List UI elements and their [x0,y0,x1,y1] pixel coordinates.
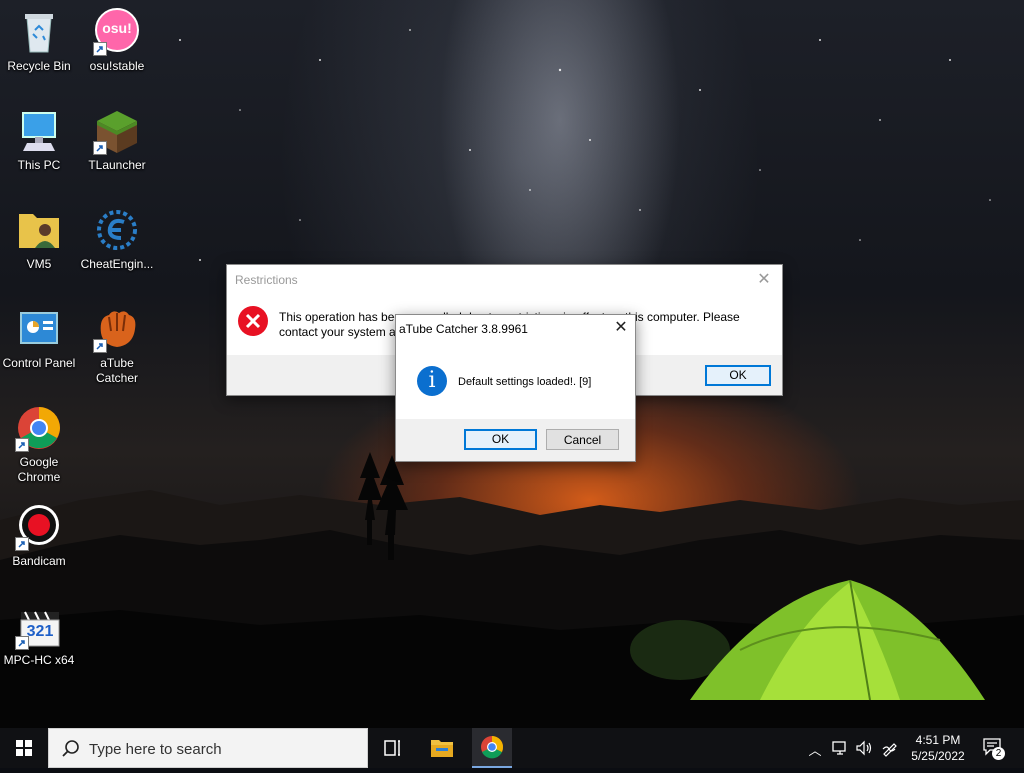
desktop-icon-atube-catcher[interactable]: aTube Catcher [78,305,156,386]
desktop-icon-label: This PC [17,158,61,172]
desktop-icon-label: VM5 [26,257,52,271]
desktop-icon-label: aTube Catcher [95,356,139,385]
file-explorer-button[interactable] [422,728,462,768]
desktop-icon-label: Bandicam [12,554,66,568]
atube-dialog-title: aTube Catcher 3.8.9961 [399,322,528,336]
task-view-button[interactable] [372,728,412,768]
user-folder-icon [15,206,63,254]
taskbar: Type here to search ︿ 4:51 PM 5/25/2022 [0,728,1024,768]
desktop-icon-google-chrome[interactable]: Google Chrome [0,404,78,485]
recycle-bin-icon [15,8,63,56]
bandicam-record-icon [15,503,63,551]
info-icon: i [417,366,447,396]
desktop-icon-vm5[interactable]: VM5 [0,206,78,272]
notification-count-badge: 2 [992,747,1005,760]
clock-time[interactable]: 4:51 PM [905,733,971,747]
desktop-icon-this-pc[interactable]: This PC [0,107,78,173]
info-icon-glyph: i [428,368,436,393]
desktop-icon-control-panel[interactable]: Control Panel [0,305,78,371]
volume-icon[interactable] [855,739,873,757]
network-icon[interactable] [831,739,849,757]
shortcut-arrow-icon [15,636,29,650]
mpc-hc-clapper-icon: 321 [15,602,63,650]
control-panel-icon [15,305,63,353]
pen-workspace-icon[interactable] [881,739,899,757]
desktop-icon-recycle-bin[interactable]: Recycle Bin [0,8,78,74]
shortcut-arrow-icon [93,42,107,56]
atube-dialog-message: Default settings loaded!. [9] [458,376,592,388]
desktop-icon-label: Recycle Bin [7,59,71,73]
restrictions-dialog-title: Restrictions [235,273,298,287]
shortcut-arrow-icon [15,438,29,452]
computer-icon [15,107,63,155]
atube-dialog-titlebar[interactable]: aTube Catcher 3.8.9961 ✕ [396,315,635,345]
search-placeholder: Type here to search [89,741,222,758]
shortcut-arrow-icon [15,537,29,551]
desktop-icon-label: osu!stable [89,59,145,73]
chrome-taskbar-button[interactable] [472,728,512,768]
desktop-icon-label: MPC-HC x64 [3,653,75,667]
windows-logo-icon [16,740,32,756]
cheat-engine-icon [93,206,141,254]
search-icon [62,740,79,757]
tray-overflow-chevron[interactable]: ︿ [806,740,824,759]
shortcut-arrow-icon [93,339,107,353]
task-view-icon [384,740,400,756]
atube-dialog-footer: OK Cancel [396,419,635,461]
chrome-icon [481,736,504,759]
desktop-icon-label: CheatEngin... [80,257,154,271]
atube-catcher-dialog: aTube Catcher 3.8.9961 ✕ i Default setti… [395,314,636,462]
close-icon[interactable]: ✕ [609,316,633,340]
atube-ok-button[interactable]: OK [464,429,537,450]
desktop-icon-tlauncher[interactable]: TLauncher [78,107,156,173]
tlauncher-grass-block-icon [93,107,141,155]
osu-icon: osu! [93,8,141,56]
desktop-icon-label: Control Panel [2,356,76,370]
desktop-icon-label: TLauncher [88,158,146,172]
search-input[interactable]: Type here to search [48,728,368,768]
atube-catcher-glove-icon [93,305,141,353]
notification-center-button[interactable]: 2 [980,736,1008,760]
atube-cancel-button[interactable]: Cancel [546,429,619,450]
desktop-icon-cheat-engine[interactable]: CheatEngin... [78,206,156,272]
close-icon[interactable]: ✕ [752,268,776,292]
file-explorer-icon [431,740,453,757]
chrome-icon [15,404,63,452]
error-icon [237,305,269,337]
desktop-icon-bandicam[interactable]: Bandicam [0,503,78,569]
start-button[interactable] [0,728,48,768]
restrictions-dialog-titlebar[interactable]: Restrictions ✕ [227,265,782,295]
shortcut-arrow-icon [93,141,107,155]
osu-badge-text: osu! [102,20,132,36]
desktop-icon-label: Google Chrome [17,455,61,484]
desktop-icon-osu[interactable]: osu! osu!stable [78,8,156,74]
restrictions-ok-button[interactable]: OK [705,365,771,386]
clock-date[interactable]: 5/25/2022 [905,749,971,763]
desktop-icon-mpc-hc[interactable]: 321 MPC-HC x64 [0,602,78,668]
